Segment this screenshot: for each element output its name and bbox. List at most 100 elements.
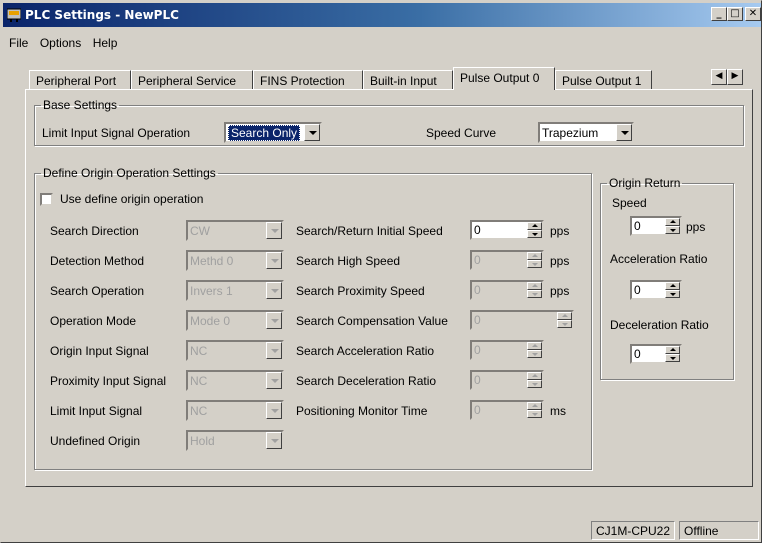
right-row-unit: pps — [550, 224, 570, 238]
right-row-spinbox[interactable]: 0 — [470, 400, 544, 420]
right-row-label: Positioning Monitor Time — [296, 404, 428, 418]
menu-help[interactable]: Help — [89, 33, 122, 53]
menu-options[interactable]: Options — [36, 33, 85, 53]
chevron-down-icon[interactable] — [266, 222, 282, 239]
app-icon — [7, 8, 21, 22]
spin-up-icon[interactable] — [665, 218, 680, 226]
spin-buttons[interactable] — [665, 282, 680, 298]
spin-buttons[interactable] — [527, 372, 542, 388]
spin-up-icon[interactable] — [527, 342, 542, 350]
spin-down-icon[interactable] — [527, 380, 542, 388]
right-row-value: 0 — [474, 313, 481, 327]
tab-built-in-input[interactable]: Built-in Input — [363, 70, 453, 89]
left-row-label: Search Direction — [50, 224, 139, 238]
spin-buttons[interactable] — [557, 312, 572, 328]
tab-peripheral-port[interactable]: Peripheral Port — [29, 70, 131, 89]
spin-up-icon[interactable] — [557, 312, 572, 320]
tab-scroll-left-button[interactable]: ◀ — [711, 69, 727, 85]
chevron-down-icon[interactable] — [304, 124, 320, 141]
speed-curve-select[interactable]: Trapezium — [538, 122, 634, 143]
spin-up-icon[interactable] — [527, 372, 542, 380]
chevron-down-icon[interactable] — [616, 124, 632, 141]
left-row-select[interactable]: Mode 0 — [186, 310, 284, 331]
origin-deceleration-spinbox[interactable]: 0 — [630, 344, 682, 364]
spin-buttons[interactable] — [527, 222, 542, 238]
right-row-spinbox[interactable]: 0 — [470, 220, 544, 240]
spin-down-icon[interactable] — [527, 350, 542, 358]
spin-buttons[interactable] — [527, 402, 542, 418]
right-row-spinbox[interactable]: 0 — [470, 310, 574, 330]
left-row-select[interactable]: NC — [186, 370, 284, 391]
origin-speed-unit: pps — [686, 220, 706, 234]
left-row-select[interactable]: NC — [186, 340, 284, 361]
tab-pulse-output-1[interactable]: Pulse Output 1 — [555, 70, 652, 89]
right-row-spinbox[interactable]: 0 — [470, 370, 544, 390]
arrow-left-icon: ◀ — [715, 71, 723, 81]
spin-up-icon[interactable] — [527, 252, 542, 260]
spin-down-icon[interactable] — [527, 290, 542, 298]
chevron-down-icon[interactable] — [266, 282, 282, 299]
right-row-spinbox[interactable]: 0 — [470, 340, 544, 360]
tab-scroll-right-button[interactable]: ▶ — [727, 69, 743, 85]
right-row-spinbox[interactable]: 0 — [470, 280, 544, 300]
left-row-label: Operation Mode — [50, 314, 137, 328]
origin-speed-label: Speed — [612, 196, 647, 210]
spin-buttons[interactable] — [665, 218, 680, 234]
left-row-select[interactable]: Hold — [186, 430, 284, 451]
spin-down-icon[interactable] — [527, 260, 542, 268]
tab-peripheral-service[interactable]: Peripheral Service — [131, 70, 253, 89]
spin-buttons[interactable] — [527, 342, 542, 358]
tab-pulse-output-0[interactable]: Pulse Output 0 — [453, 67, 555, 90]
left-row-label: Origin Input Signal — [50, 344, 149, 358]
status-mode: Offline — [679, 521, 759, 540]
title-bar[interactable]: PLC Settings - NewPLC _ □ ✕ — [3, 3, 761, 27]
origin-acceleration-spinbox[interactable]: 0 — [630, 280, 682, 300]
origin-speed-spinbox[interactable]: 0 — [630, 216, 682, 236]
spin-up-icon[interactable] — [665, 282, 680, 290]
maximize-icon: □ — [730, 8, 740, 19]
limit-input-operation-select[interactable]: Search Only — [224, 122, 322, 143]
use-define-origin-checkbox[interactable] — [40, 193, 53, 206]
spin-buttons[interactable] — [665, 346, 680, 362]
right-row-value: 0 — [474, 283, 481, 297]
spin-up-icon[interactable] — [527, 282, 542, 290]
right-row-label: Search/Return Initial Speed — [296, 224, 443, 238]
right-row-value: 0 — [474, 253, 481, 267]
right-row-label: Search High Speed — [296, 254, 401, 268]
spin-up-icon[interactable] — [665, 346, 680, 354]
right-row-value: 0 — [474, 403, 481, 417]
spin-up-icon[interactable] — [527, 222, 542, 230]
left-row-value: NC — [190, 374, 208, 388]
spin-down-icon[interactable] — [665, 290, 680, 298]
maximize-button[interactable]: □ — [727, 7, 743, 21]
chevron-down-icon[interactable] — [266, 372, 282, 389]
origin-return-legend: Origin Return — [609, 176, 681, 190]
chevron-down-icon[interactable] — [266, 402, 282, 419]
close-button[interactable]: ✕ — [745, 7, 761, 21]
tab-fins-protection[interactable]: FINS Protection — [253, 70, 363, 89]
left-row-select[interactable]: NC — [186, 400, 284, 421]
chevron-down-icon[interactable] — [266, 312, 282, 329]
spin-down-icon[interactable] — [557, 320, 572, 328]
origin-acceleration-label: Acceleration Ratio — [610, 252, 708, 266]
spin-buttons[interactable] — [527, 252, 542, 268]
spin-up-icon[interactable] — [527, 402, 542, 410]
spin-down-icon[interactable] — [665, 354, 680, 362]
minimize-button[interactable]: _ — [711, 7, 727, 21]
left-row-select[interactable]: CW — [186, 220, 284, 241]
base-settings-legend: Base Settings — [43, 98, 118, 112]
spin-down-icon[interactable] — [665, 226, 680, 234]
tab-panel-pulse-output-0: Base Settings Limit Input Signal Operati… — [25, 89, 753, 487]
chevron-down-icon[interactable] — [266, 252, 282, 269]
left-row-select[interactable]: Invers 1 — [186, 280, 284, 301]
spin-down-icon[interactable] — [527, 410, 542, 418]
spin-buttons[interactable] — [527, 282, 542, 298]
spin-down-icon[interactable] — [527, 230, 542, 238]
left-row-select[interactable]: Methd 0 — [186, 250, 284, 271]
left-row-value: NC — [190, 404, 208, 418]
chevron-down-icon[interactable] — [266, 432, 282, 449]
chevron-down-icon[interactable] — [266, 342, 282, 359]
menu-file[interactable]: File — [5, 33, 32, 53]
right-row-spinbox[interactable]: 0 — [470, 250, 544, 270]
right-row-label: Search Deceleration Ratio — [296, 374, 437, 388]
